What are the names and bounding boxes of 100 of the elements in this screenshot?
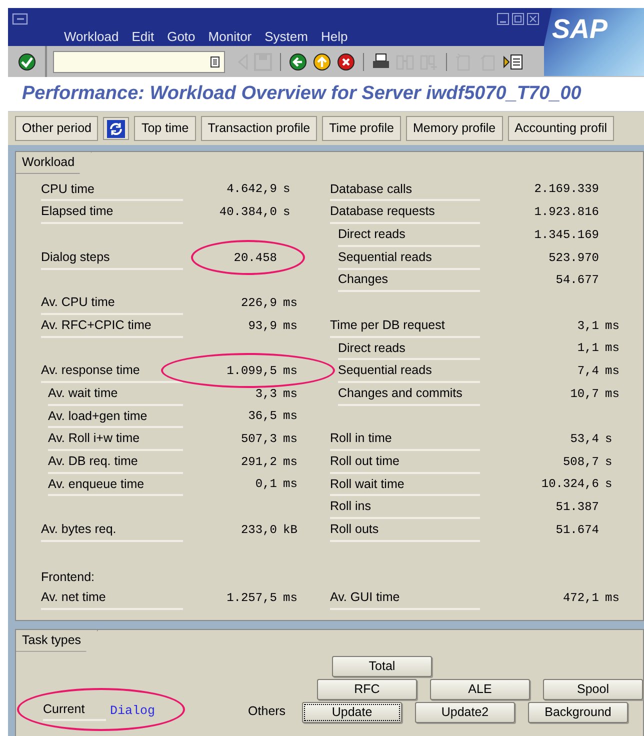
field-value: 1.099,5 [183, 362, 277, 383]
screen-title: Performance: Workload Overview for Server iwdf5070_T70_00 [22, 82, 582, 106]
toolbar-button[interactable]: Time profile [322, 116, 401, 141]
toolbar-button[interactable]: Memory profile [406, 116, 503, 141]
layout-icon[interactable] [503, 54, 523, 70]
field-value: 54.677 [554, 272, 599, 290]
task-type-button[interactable]: RFC [317, 678, 417, 700]
field-label: Roll in time [330, 429, 480, 451]
refresh-button[interactable] [103, 117, 130, 140]
task-type-button[interactable]: Update [302, 702, 402, 723]
print-icon[interactable] [372, 52, 390, 70]
field-label: Av. load+gen time [48, 406, 183, 428]
field-label: Sequential reads [338, 361, 480, 383]
field-value: 472,1 [562, 590, 599, 607]
toolbar-button[interactable]: Accounting profil [508, 116, 614, 141]
toolbar-button[interactable]: Transaction profile [200, 116, 318, 141]
field-value: 226,9 [240, 294, 277, 312]
field-value: 508,7 [562, 454, 599, 471]
menu-item[interactable]: System [264, 27, 308, 46]
unit-label: ms [282, 454, 298, 471]
menu-item[interactable]: Workload [64, 27, 119, 46]
maximize-icon[interactable] [512, 13, 524, 25]
unit-label: s [604, 476, 612, 494]
unit-label: ms [282, 318, 298, 335]
unit-label: ms [604, 386, 620, 403]
unit-label: ms [604, 340, 620, 358]
cancel-icon[interactable] [337, 52, 355, 70]
field-label: Av. CPU time [41, 293, 183, 315]
field-value: 36,5 [247, 408, 277, 426]
unit-label: ms [604, 318, 620, 335]
field-label: Av. net time [41, 588, 183, 610]
unit-label: ms [282, 362, 298, 380]
unit-label: ms [282, 294, 298, 312]
field-value: 3,3 [254, 386, 277, 403]
command-field[interactable] [53, 50, 225, 72]
field-label: Direct reads [338, 225, 480, 247]
toolbar-button[interactable]: Top time [134, 116, 196, 141]
field-label: Av. enqueue time [48, 474, 183, 496]
unit-label: ms [282, 431, 298, 448]
unit-label: ms [282, 590, 298, 607]
field-value: 51.674 [554, 522, 599, 539]
field-value: 4.642,9 [226, 181, 277, 198]
task-type-button[interactable]: Spool [543, 678, 643, 700]
menu-item[interactable]: Monitor [208, 27, 252, 46]
refresh-icon [107, 120, 126, 138]
field-label: Roll outs [330, 520, 480, 542]
task-type-button[interactable]: Update2 [415, 702, 515, 723]
field-label: Changes and commits [338, 384, 480, 406]
minimize-icon[interactable] [497, 13, 509, 25]
field-label: Av. bytes req. [41, 520, 183, 542]
list-icon[interactable] [210, 56, 220, 68]
panel-tab[interactable]: Workload [16, 152, 92, 174]
field-value: 3,1 [576, 318, 599, 335]
menu-item[interactable]: Edit [132, 27, 154, 46]
field-label: Av. response time [41, 361, 183, 383]
field-value: 523.970 [548, 250, 599, 266]
field-label: Sequential reads [338, 248, 480, 270]
field-label: Time per DB request [330, 316, 480, 338]
menu-item[interactable]: Help [320, 27, 348, 46]
unit-label: kB [282, 522, 298, 539]
field-value: 291,2 [240, 454, 277, 471]
field-value: 7,4 [576, 362, 599, 380]
section-label: Frontend: [41, 569, 95, 586]
unit-label: ms [604, 590, 620, 607]
field-label: Av. wait time [48, 384, 183, 406]
field-value: 51.387 [554, 499, 599, 516]
panel-tab[interactable]: Task types [16, 630, 98, 652]
field-value: 10,7 [569, 386, 599, 403]
field-value: 0,1 [254, 476, 277, 494]
field-value: 40.384,0 [218, 204, 277, 222]
unit-label: ms [282, 386, 298, 403]
menu-item[interactable]: Goto [167, 27, 196, 46]
field-value: 1.345.169 [533, 226, 599, 244]
task-type-button[interactable]: Total [332, 656, 432, 677]
field-value: 93,9 [247, 318, 277, 335]
field-value: 507,3 [240, 431, 277, 448]
field-label: Changes [338, 270, 480, 292]
unit-label: ms [282, 476, 298, 494]
toolbar-button[interactable]: Other period [15, 116, 98, 141]
unit-label: s [604, 454, 612, 471]
field-label: Av. GUI time [330, 588, 480, 610]
field-label: Current [43, 700, 106, 721]
field-label: CPU time [41, 180, 183, 202]
field-label: Database calls [330, 180, 480, 202]
task-type-button[interactable]: Background [528, 702, 628, 723]
window-menu-icon[interactable] [12, 13, 28, 25]
back-icon[interactable] [289, 52, 307, 70]
field-label: Roll wait time [330, 474, 480, 496]
field-value: 20.458 [183, 248, 277, 270]
check-icon[interactable] [18, 52, 36, 70]
unit-label: ms [282, 408, 298, 426]
field-label: Dialog steps [41, 248, 183, 270]
field-value: 233,0 [240, 522, 277, 539]
close-icon[interactable] [527, 13, 539, 25]
field-label: Elapsed time [41, 202, 183, 224]
task-type-button[interactable]: ALE [430, 678, 530, 700]
unit-label: s [282, 181, 290, 198]
field-value: 1.923.816 [533, 204, 599, 222]
field-label: Av. RFC+CPIC time [41, 316, 183, 338]
field-value: 53,4 [569, 431, 599, 448]
